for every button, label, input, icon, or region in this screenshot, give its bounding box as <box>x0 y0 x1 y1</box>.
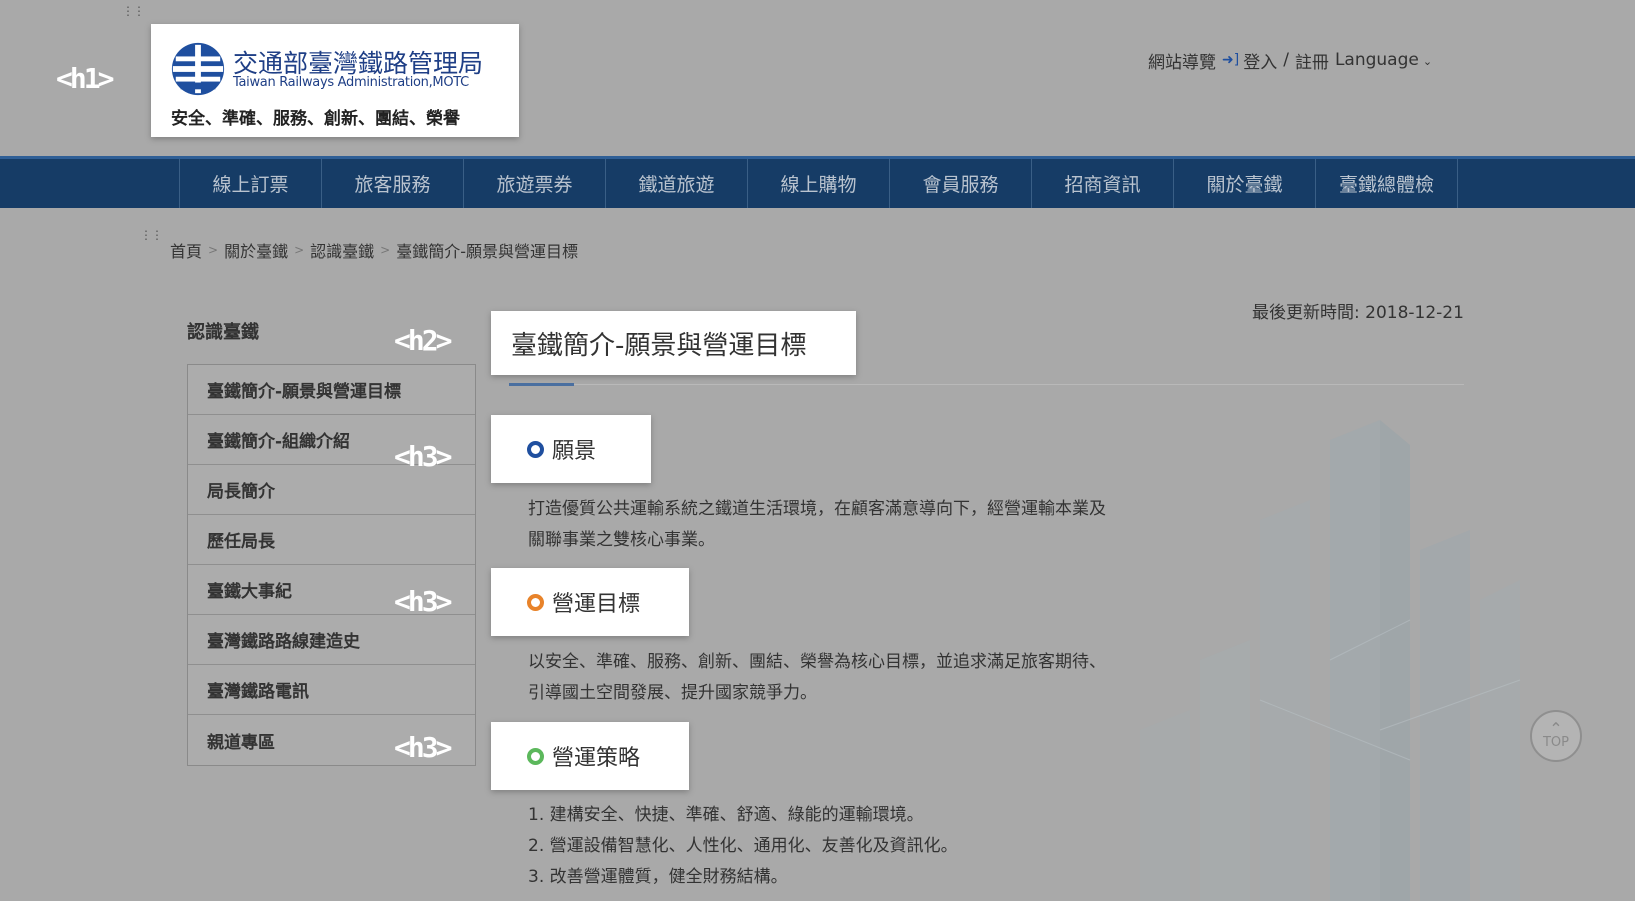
h2-tag-annotation: <h2> <box>394 324 452 357</box>
breadcrumb: 首頁 > 關於臺鐵 > 認識臺鐵 > 臺鐵簡介-願景與營運目標 <box>170 238 578 262</box>
paragraph-line: 1. 建構安全、快捷、準確、舒適、綠能的運輸環境。 <box>528 805 924 825</box>
page-title: 臺鐵簡介-願景與營運目標 <box>491 311 856 375</box>
nav-item[interactable]: 鐵道旅遊 <box>606 159 748 208</box>
paragraph-line: 以安全、準確、服務、創新、團結、榮譽為核心目標，並追求滿足旅客期待、 <box>528 652 1106 672</box>
section-heading: 願景 <box>491 415 651 483</box>
sidebar-title: 認識臺鐵 <box>187 322 259 343</box>
tra-logo-icon <box>171 42 225 96</box>
section-heading: 營運策略 <box>491 722 689 790</box>
nav-item[interactable]: 臺鐵總體檢 <box>1316 159 1458 208</box>
title-divider-accent <box>509 383 574 386</box>
nav-item[interactable]: 關於臺鐵 <box>1174 159 1316 208</box>
page-root: ⋮⋮ <h1> 交通部臺灣鐵路管理局 Taiwan Railways Admin… <box>0 0 1635 901</box>
sidebar-item[interactable]: 臺灣鐵路電訊 <box>188 665 475 715</box>
background-buildings-illustration <box>1140 420 1521 901</box>
logo-slogan: 安全、準確、服務、創新、團結、榮譽 <box>171 109 460 129</box>
top-utility-links: 網站導覽 ➜] 登入 / 註冊 Language ⌄ <box>1148 48 1432 73</box>
section-heading-text: 願景 <box>552 439 597 464</box>
paragraph-line: 引導國土空間發展、提升國家競爭力。 <box>528 683 817 703</box>
circle-bullet-icon <box>527 747 544 765</box>
sidebar-item[interactable]: 臺灣鐵路路線建造史 <box>188 615 475 665</box>
nav-items: 線上訂票 旅客服務 旅遊票券 鐵道旅遊 線上購物 會員服務 招商資訊 關於臺鐵 臺鐵總體檢 <box>179 159 1458 208</box>
nav-item[interactable]: 招商資訊 <box>1032 159 1174 208</box>
section-paragraph: 1. 建構安全、快捷、準確、舒適、綠能的運輸環境。 2. 營運設備智慧化、人性化、… <box>528 800 958 893</box>
section-heading-text: 營運目標 <box>552 592 641 617</box>
arrow-up-icon: ⌃ <box>1549 719 1563 738</box>
section-heading-text: 營運策略 <box>552 746 641 771</box>
sidebar-item[interactable]: 歷任局長 <box>188 515 475 565</box>
breadcrumb-separator: > <box>208 243 219 257</box>
main-navigation: 線上訂票 旅客服務 旅遊票券 鐵道旅遊 線上購物 會員服務 招商資訊 關於臺鐵 臺鐵總體檢 <box>0 156 1635 208</box>
paragraph-line: 3. 改善營運體質，健全財務結構。 <box>528 867 788 887</box>
chevron-down-icon: ⌄ <box>1422 55 1433 68</box>
back-to-top-label: TOP <box>1542 735 1569 750</box>
section-heading: 營運目標 <box>491 568 689 636</box>
paragraph-line: 打造優質公共運輸系統之鐵道生活環境，在顧客滿意導向下，經營運輸本業及 <box>528 499 1106 519</box>
nav-item[interactable]: 旅遊票券 <box>464 159 606 208</box>
sitemap-link[interactable]: 網站導覽 <box>1148 48 1216 73</box>
nav-item[interactable]: 線上訂票 <box>180 159 322 208</box>
circle-bullet-icon <box>527 593 544 611</box>
h1-tag-annotation: <h1> <box>56 62 114 95</box>
drag-handle-icon: ⋮⋮ <box>140 228 163 242</box>
login-icon: ➜] <box>1222 52 1240 68</box>
h3-tag-annotation: <h3> <box>394 585 452 618</box>
section-paragraph: 以安全、準確、服務、創新、團結、榮譽為核心目標，並追求滿足旅客期待、 引導國土空間… <box>528 647 1106 709</box>
link-separator: / <box>1283 50 1289 70</box>
breadcrumb-separator: > <box>380 243 391 257</box>
language-label: Language <box>1334 50 1419 70</box>
site-logo[interactable]: 交通部臺灣鐵路管理局 Taiwan Railways Administratio… <box>151 24 519 137</box>
last-updated-text: 最後更新時間: 2018-12-21 <box>1252 303 1464 323</box>
breadcrumb-separator: > <box>294 243 305 257</box>
paragraph-line: 2. 營運設備智慧化、人性化、通用化、友善化及資訊化。 <box>528 836 958 856</box>
drag-handle-icon: ⋮⋮ <box>122 4 145 18</box>
logo-name-english: Taiwan Railways Administration,MOTC <box>233 75 469 90</box>
breadcrumb-item[interactable]: 關於臺鐵 <box>224 238 288 262</box>
breadcrumb-item[interactable]: 認識臺鐵 <box>310 238 374 262</box>
sidebar-item[interactable]: 臺鐵簡介-願景與營運目標 <box>188 365 475 415</box>
breadcrumb-item[interactable]: 首頁 <box>170 238 202 262</box>
sidebar-menu: 臺鐵簡介-願景與營運目標 臺鐵簡介-組織介紹 局長簡介 歷任局長 臺鐵大事紀 臺灣鐵路路線… <box>187 364 476 766</box>
title-divider <box>509 384 1464 385</box>
register-link[interactable]: 註冊 <box>1295 48 1329 73</box>
language-dropdown[interactable]: Language ⌄ <box>1335 50 1432 70</box>
breadcrumb-item: 臺鐵簡介-願景與營運目標 <box>396 242 579 261</box>
nav-item[interactable]: 線上購物 <box>748 159 890 208</box>
h3-tag-annotation: <h3> <box>394 440 452 473</box>
login-link[interactable]: 登入 <box>1243 48 1277 73</box>
nav-item[interactable]: 旅客服務 <box>322 159 464 208</box>
section-paragraph: 打造優質公共運輸系統之鐵道生活環境，在顧客滿意導向下，經營運輸本業及 關聯事業之雙… <box>528 494 1106 556</box>
nav-item[interactable]: 會員服務 <box>890 159 1032 208</box>
paragraph-line: 關聯事業之雙核心事業。 <box>528 530 715 550</box>
back-to-top-button[interactable]: ⌃ TOP <box>1530 710 1582 762</box>
circle-bullet-icon <box>527 440 544 458</box>
h3-tag-annotation: <h3> <box>394 731 452 764</box>
